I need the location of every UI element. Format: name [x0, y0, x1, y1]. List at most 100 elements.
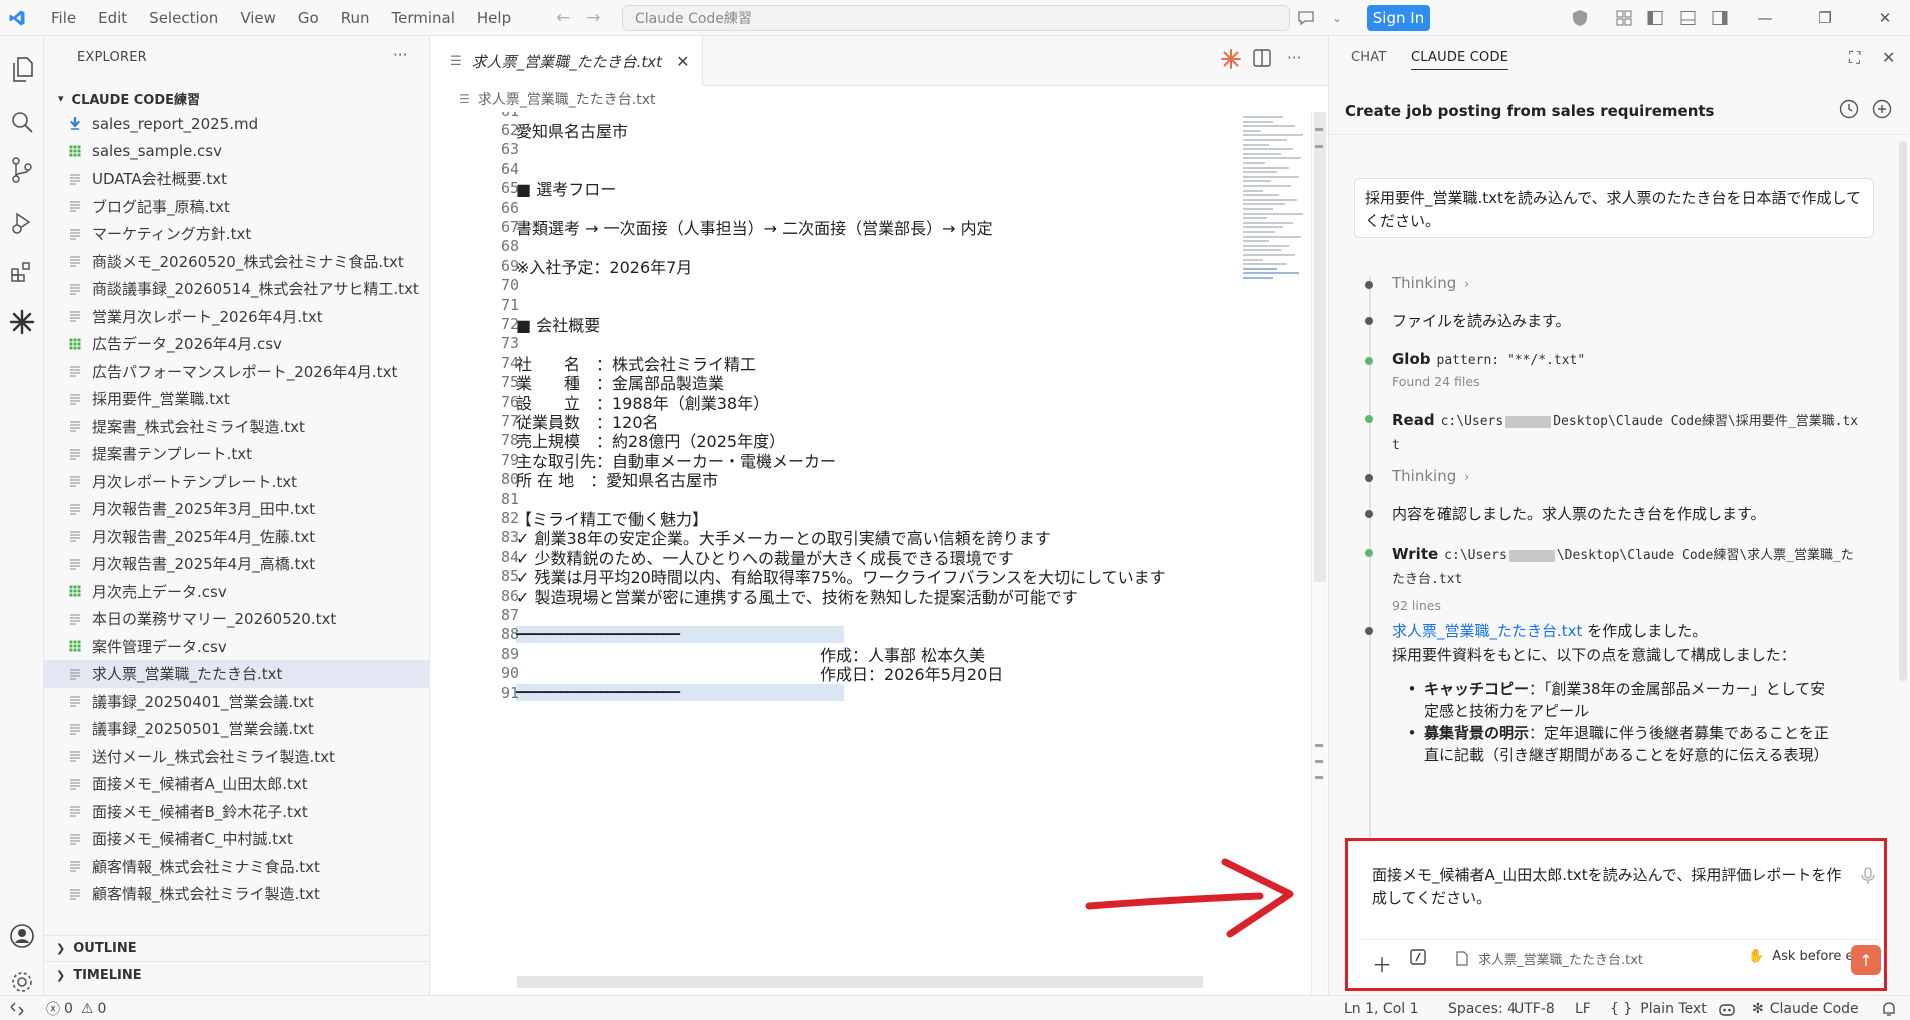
editor-more-actions-icon[interactable]: ···	[1287, 49, 1301, 67]
folder-header[interactable]: ▾ CLAUDE CODE練習	[58, 89, 200, 108]
close-window-icon[interactable]: ✕	[1862, 0, 1908, 36]
file-tree-item[interactable]: 面接メモ_候補者B_鈴木花子.txt	[44, 798, 430, 826]
cursor-position[interactable]: Ln 1, Col 1	[1344, 996, 1419, 1020]
menu-edit[interactable]: Edit	[87, 0, 138, 36]
maximize-panel-icon[interactable]: ⛶	[1849, 48, 1860, 68]
history-clock-icon[interactable]	[1838, 98, 1860, 120]
prompt-composer[interactable]: 面接メモ_候補者A_山田太郎.txtを読み込んで、採用評価レポートを作成してくだ…	[1345, 838, 1887, 991]
command-center-search[interactable]: Claude Code練習	[622, 5, 1290, 31]
file-tree-item[interactable]: ブログ記事_原稿.txt	[44, 193, 430, 221]
forward-arrow-icon[interactable]: →	[586, 8, 600, 28]
file-tree-item[interactable]: 広告データ_2026年4月.csv	[44, 330, 430, 358]
extensions-icon[interactable]	[0, 250, 44, 294]
slash-command-icon[interactable]	[1410, 949, 1426, 965]
send-button[interactable]: ↑	[1851, 945, 1881, 975]
file-tree-item[interactable]: 月次報告書_2025年3月_田中.txt	[44, 495, 430, 523]
thinking-label: Thinking	[1392, 467, 1457, 485]
source-control-icon[interactable]	[0, 148, 44, 192]
file-tree-item[interactable]: 面接メモ_候補者C_中村誠.txt	[44, 825, 430, 853]
scroll-thumb[interactable]	[1314, 112, 1326, 582]
close-panel-icon[interactable]: ✕	[1882, 48, 1895, 67]
file-tree-item[interactable]: 求人票_営業職_たたき台.txt	[44, 660, 430, 688]
search-icon[interactable]	[0, 100, 44, 144]
toggle-panel-icon[interactable]	[1678, 7, 1698, 29]
file-tree-item[interactable]: 議事録_20250401_営業会議.txt	[44, 688, 430, 716]
toggle-secondary-sidebar-icon[interactable]	[1710, 7, 1730, 29]
copilot-status-icon[interactable]	[1718, 996, 1736, 1020]
copilot-chat-icon[interactable]	[1296, 7, 1316, 29]
editor-tab-active[interactable]: ☰ 求人票_営業職_たたき台.txt ✕	[431, 36, 703, 86]
file-tree-item[interactable]: sales_report_2025.md	[44, 110, 430, 138]
file-tree-item[interactable]: 営業月次レポート_2026年4月.txt	[44, 303, 430, 331]
file-tree-item[interactable]: 月次売上データ.csv	[44, 578, 430, 606]
sign-in-button[interactable]: Sign In	[1367, 5, 1430, 31]
back-arrow-icon[interactable]: ←	[556, 8, 570, 28]
toggle-primary-sidebar-icon[interactable]	[1645, 7, 1665, 29]
menu-run[interactable]: Run	[330, 0, 381, 36]
minimap[interactable]	[1229, 112, 1309, 292]
remote-indicator-icon[interactable]	[10, 996, 24, 1020]
accounts-icon[interactable]	[0, 914, 44, 958]
file-tree-item[interactable]: 月次報告書_2025年4月_佐藤.txt	[44, 523, 430, 551]
file-tree-item[interactable]: sales_sample.csv	[44, 138, 430, 166]
explorer-files-icon[interactable]	[0, 48, 44, 92]
file-tree-item[interactable]: 議事録_20250501_営業会議.txt	[44, 715, 430, 743]
breadcrumb[interactable]: ☰ 求人票_営業職_たたき台.txt	[459, 87, 655, 111]
claude-spark-icon[interactable]	[0, 300, 44, 344]
file-tree-item[interactable]: 送付メール_株式会社ミライ製造.txt	[44, 743, 430, 771]
panel-scrollbar[interactable]	[1899, 141, 1907, 681]
minimize-icon[interactable]: —	[1742, 0, 1788, 36]
tab-chat[interactable]: CHAT	[1351, 50, 1386, 65]
file-name: 提案書テンプレート.txt	[92, 445, 252, 464]
file-tree-item[interactable]: 提案書_株式会社ミライ製造.txt	[44, 413, 430, 441]
indentation[interactable]: Spaces: 4	[1448, 996, 1516, 1020]
file-tree-item[interactable]: 商談議事録_20260514_株式会社アサヒ精工.txt	[44, 275, 430, 303]
file-tree-item[interactable]: 広告パフォーマンスレポート_2026年4月.txt	[44, 358, 430, 386]
outline-section[interactable]: ❯ OUTLINE	[56, 941, 137, 956]
outline-label: OUTLINE	[73, 941, 137, 956]
chevron-down-icon[interactable]: ⌄	[1330, 7, 1344, 29]
editor-vertical-scrollbar[interactable]	[1311, 112, 1327, 995]
file-tree-item[interactable]: 商談メモ_20260520_株式会社ミナミ食品.txt	[44, 248, 430, 276]
editor-horizontal-scrollbar[interactable]	[517, 976, 1203, 988]
customize-layout-icon[interactable]	[1614, 7, 1634, 29]
explorer-more-actions-icon[interactable]: ···	[393, 46, 407, 64]
menu-terminal[interactable]: Terminal	[381, 0, 466, 36]
close-tab-icon[interactable]: ✕	[676, 52, 689, 71]
add-attachment-icon[interactable]: ＋	[1372, 949, 1392, 978]
accounts-shield-icon[interactable]	[1570, 7, 1590, 29]
file-tree-item[interactable]: 顧客情報_株式会社ミライ製造.txt	[44, 880, 430, 908]
file-tree-item[interactable]: 提案書テンプレート.txt	[44, 440, 430, 468]
file-tree-item[interactable]: 月次レポートテンプレート.txt	[44, 468, 430, 496]
split-editor-icon[interactable]	[1253, 49, 1271, 71]
file-tree-item[interactable]: 面接メモ_候補者A_山田太郎.txt	[44, 770, 430, 798]
file-tree-item[interactable]: 採用要件_営業職.txt	[44, 385, 430, 413]
menu-go[interactable]: Go	[287, 0, 330, 36]
problems-indicator[interactable]: ⓧ 0 ⚠ 0	[46, 996, 106, 1020]
notifications-bell-icon[interactable]	[1882, 996, 1896, 1020]
file-tree-item[interactable]: 案件管理データ.csv	[44, 633, 430, 661]
microphone-icon[interactable]	[1861, 867, 1877, 885]
context-file-chip[interactable]: 求人票_営業職_たたき台.txt	[1456, 949, 1643, 968]
menu-file[interactable]: File	[40, 0, 87, 36]
language-mode[interactable]: { } Plain Text	[1610, 996, 1707, 1020]
menu-selection[interactable]: Selection	[138, 0, 229, 36]
end-of-line[interactable]: LF	[1575, 996, 1591, 1020]
new-conversation-icon[interactable]	[1871, 98, 1893, 120]
restore-icon[interactable]: ❐	[1802, 0, 1848, 36]
timeline-section[interactable]: ❯ TIMELINE	[56, 968, 142, 983]
menu-help[interactable]: Help	[466, 0, 522, 36]
menu-view[interactable]: View	[229, 0, 287, 36]
claude-code-status[interactable]: ✻ Claude Code	[1752, 996, 1859, 1020]
file-tree-item[interactable]: 月次報告書_2025年4月_高橋.txt	[44, 550, 430, 578]
encoding[interactable]: UTF-8	[1514, 996, 1555, 1020]
prompt-input[interactable]: 面接メモ_候補者A_山田太郎.txtを読み込んで、採用評価レポートを作成してくだ…	[1372, 864, 1842, 910]
file-tree-item[interactable]: 本日の業務サマリー_20260520.txt	[44, 605, 430, 633]
tab-claude-code[interactable]: CLAUDE CODE	[1411, 50, 1509, 70]
claude-code-spark-icon[interactable]	[1221, 49, 1241, 73]
created-file-link[interactable]: 求人票_営業職_たたき台.txt	[1392, 622, 1582, 640]
run-debug-icon[interactable]	[0, 200, 44, 244]
file-tree-item[interactable]: 顧客情報_株式会社ミナミ食品.txt	[44, 853, 430, 881]
file-tree-item[interactable]: マーケティング方針.txt	[44, 220, 430, 248]
file-tree-item[interactable]: UDATA会社概要.txt	[44, 165, 430, 193]
